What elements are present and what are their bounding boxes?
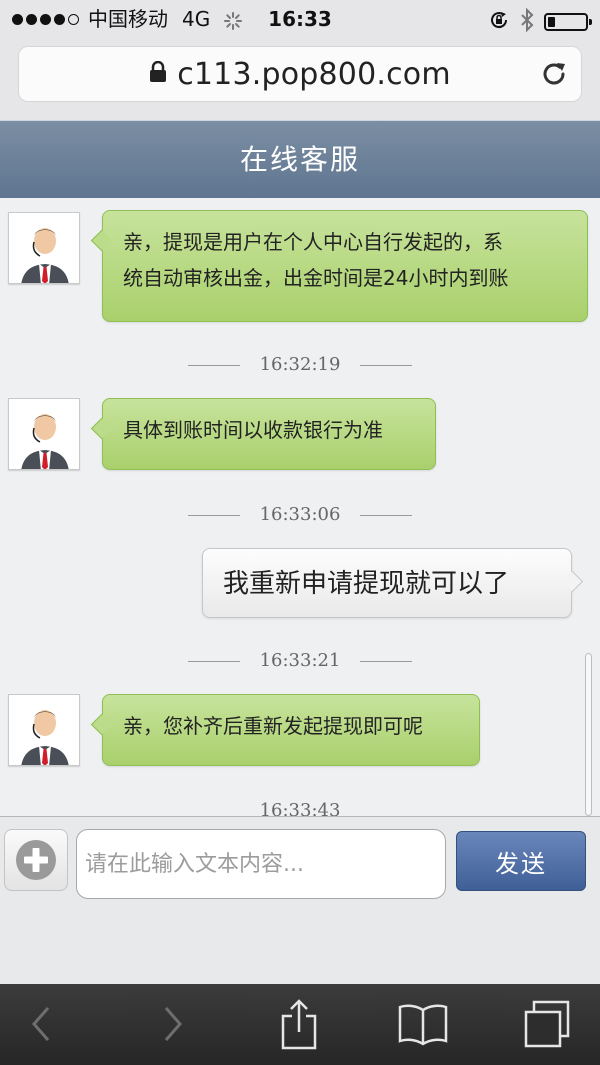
timestamp: 16:32:19	[259, 354, 341, 375]
browser-toolbar	[0, 984, 600, 1065]
tabs-icon[interactable]	[520, 998, 574, 1050]
status-indicators	[488, 7, 592, 36]
timestamp: 16:33:43	[259, 800, 341, 816]
agent-avatar	[8, 398, 80, 470]
bluetooth-icon	[520, 7, 534, 36]
back-icon[interactable]	[14, 998, 68, 1050]
share-icon[interactable]	[272, 998, 326, 1050]
message-input[interactable]	[76, 829, 446, 899]
bookmarks-icon[interactable]	[396, 998, 450, 1050]
agent-bubble: 亲，您补齐后重新发起提现即可呢	[102, 694, 480, 766]
message-text-line: 统自动审核出金，出金时间是24小时内到账	[123, 266, 509, 290]
add-attachment-button[interactable]	[4, 829, 68, 891]
message-agent: 亲，您补齐后重新发起提现即可呢	[0, 694, 600, 768]
agent-bubble: 亲，提现是用户在个人中心自行发起的，系 统自动审核出金，出金时间是24小时内到账	[102, 210, 588, 322]
timestamp-separator: 16:33:43	[0, 796, 600, 816]
message-text: 具体到账时间以收款银行为准	[123, 418, 383, 442]
scrollbar[interactable]	[585, 653, 592, 816]
timestamp-separator: 16:33:06	[0, 500, 600, 530]
timestamp: 16:33:06	[259, 504, 341, 525]
rotation-lock-icon	[488, 9, 510, 35]
agent-bubble: 具体到账时间以收款银行为准	[102, 398, 436, 470]
timestamp-separator: 16:32:19	[0, 350, 600, 380]
plus-circle-icon	[16, 840, 56, 880]
message-text: 我重新申请提现就可以了	[223, 569, 510, 599]
chat-header: 在线客服	[0, 120, 600, 199]
message-agent: 具体到账时间以收款银行为准	[0, 398, 600, 472]
user-bubble: 我重新申请提现就可以了	[202, 548, 572, 618]
status-bar: 中国移动 4G 16:33	[0, 0, 600, 38]
message-text: 亲，您补齐后重新发起提现即可呢	[123, 714, 423, 738]
forward-icon[interactable]	[146, 998, 200, 1050]
battery-icon	[544, 13, 592, 31]
message-agent: 亲，提现是用户在个人中心自行发起的，系 统自动审核出金，出金时间是24小时内到账	[0, 210, 600, 322]
message-text-line: 亲，提现是用户在个人中心自行发起的，系	[123, 230, 503, 254]
agent-avatar	[8, 694, 80, 766]
timestamp-separator: 16:33:21	[0, 646, 600, 676]
browser-address-area: c113.pop800.com	[0, 38, 600, 120]
agent-avatar	[8, 212, 80, 284]
composer-bar: 发送	[0, 816, 600, 985]
chat-title: 在线客服	[239, 143, 360, 176]
url-field[interactable]: c113.pop800.com	[18, 46, 582, 102]
message-list[interactable]: 亲，提现是用户在个人中心自行发起的，系 统自动审核出金，出金时间是24小时内到账…	[0, 198, 600, 816]
send-button[interactable]: 发送	[456, 831, 586, 891]
url-text: c113.pop800.com	[177, 56, 451, 92]
lock-icon	[149, 60, 167, 87]
reload-icon[interactable]	[540, 60, 568, 92]
timestamp: 16:33:21	[259, 650, 341, 671]
